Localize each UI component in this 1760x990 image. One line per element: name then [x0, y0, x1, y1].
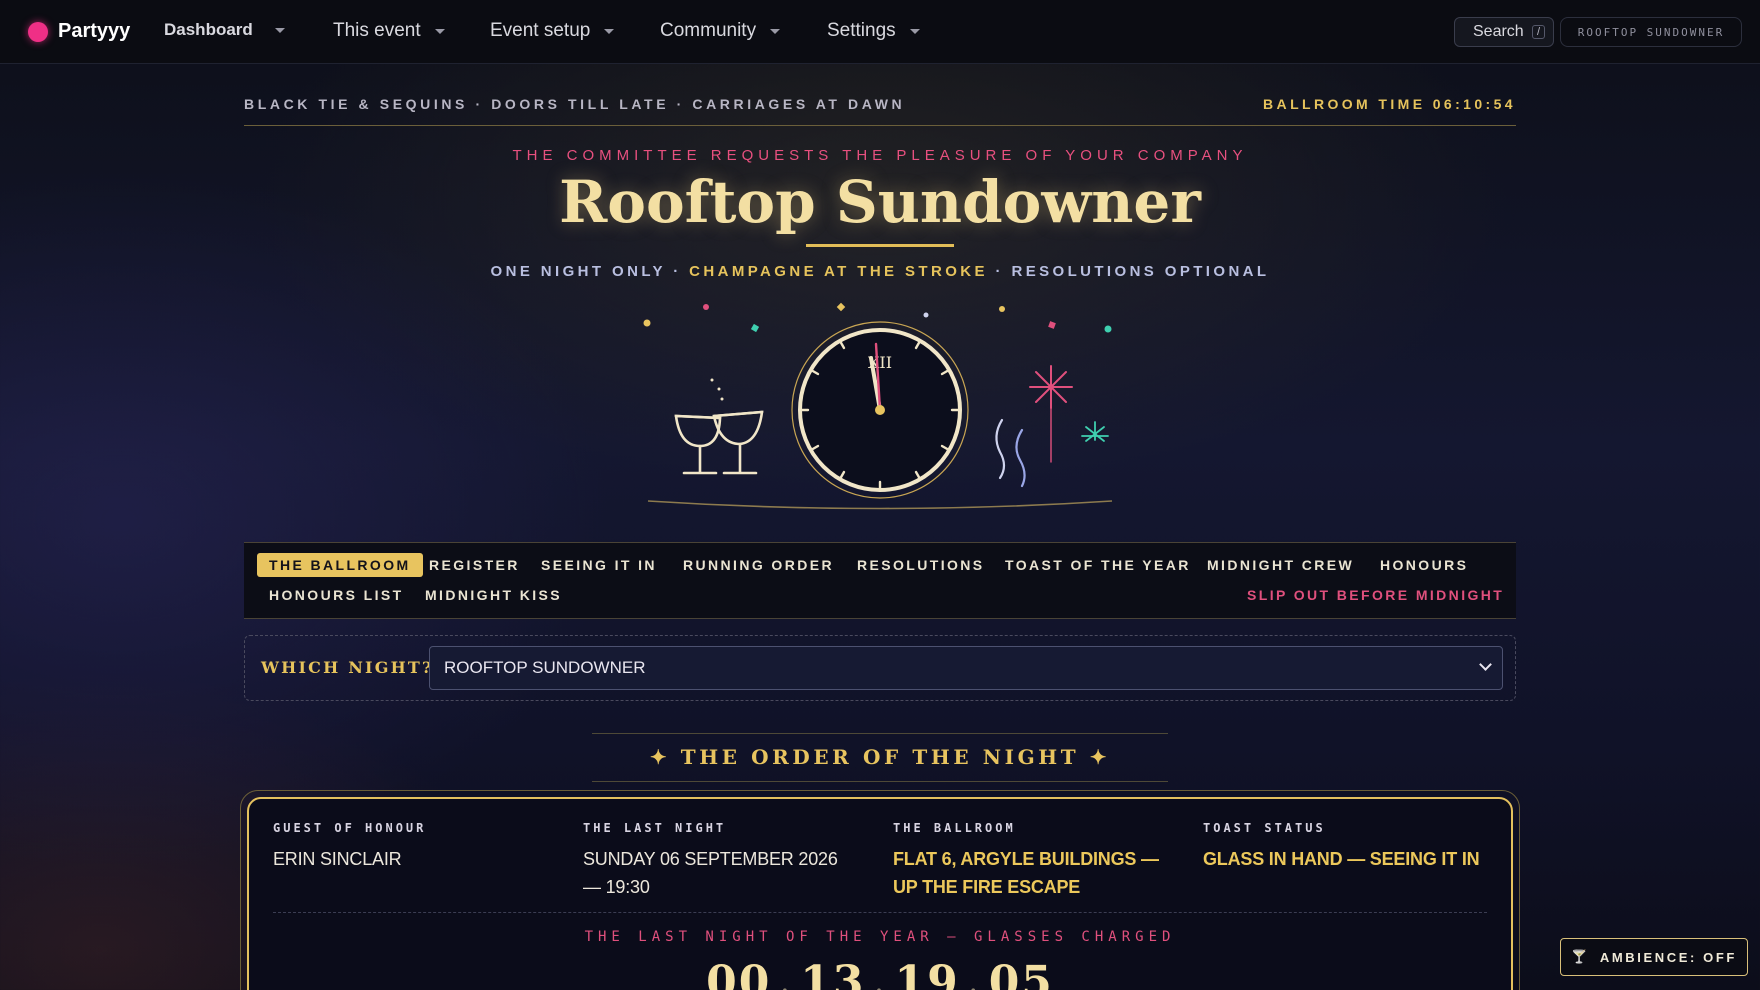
night-select[interactable]: ROOFTOP SUNDOWNER [429, 646, 1503, 690]
tagline-part: · RESOLUTIONS OPTIONAL [987, 263, 1270, 280]
fact-label: THE LAST NIGHT [583, 821, 727, 835]
chevron-down-icon [770, 28, 781, 34]
champagne-glass-icon: 🍸 [1571, 949, 1590, 964]
order-rule-bottom [592, 781, 1168, 782]
fact-ballroom: THE BALLROOM FLAT 6, ARGYLE BUILDINGS — … [893, 821, 1163, 901]
ambience-toggle[interactable]: 🍸 AMBIENCE: OFF [1560, 938, 1748, 976]
night-select-value: ROOFTOP SUNDOWNER [444, 658, 646, 677]
tab-midnight-crew[interactable]: MIDNIGHT CREW [1207, 557, 1354, 573]
fact-label: THE BALLROOM [893, 821, 1016, 835]
nav-label: Community [660, 20, 757, 41]
countdown-label: THE LAST NIGHT OF THE YEAR — GLASSES CHA… [584, 929, 1176, 945]
fact-value: SUNDAY 06 SEPTEMBER 2026 — 19:30 [583, 849, 838, 897]
top-navbar: Partyyy Dashboard This event Event setup… [0, 0, 1760, 64]
search-label: Search [1473, 23, 1524, 40]
nav-community[interactable]: Community [660, 20, 781, 42]
fact-value: FLAT 6, ARGYLE BUILDINGS — UP THE FIRE E… [893, 849, 1159, 897]
brand-logo-icon [28, 21, 48, 42]
tagline-part: ONE NIGHT ONLY · [490, 263, 690, 280]
countdown-minutes: 19 [894, 957, 960, 990]
chevron-down-icon [1479, 658, 1492, 671]
brand[interactable]: Partyyy [28, 20, 148, 43]
dress-code-text: BLACK TIE & SEQUINS · DOORS TILL LATE · … [244, 96, 906, 112]
search-button[interactable]: Search / [1454, 17, 1554, 47]
midnight-illustration: XII [643, 302, 1113, 510]
clock-icon: XII [791, 321, 969, 499]
tab-seeing-it-in[interactable]: SEEING IT IN [541, 557, 657, 573]
countdown-hours: 13 [800, 957, 866, 990]
tab-midnight-kiss[interactable]: MIDNIGHT KISS [425, 587, 562, 603]
tab-running-order[interactable]: RUNNING ORDER [683, 557, 834, 573]
tab-honours-list[interactable]: HONOURS LIST [269, 587, 404, 603]
current-event-chip[interactable]: ROOFTOP SUNDOWNER [1560, 17, 1742, 47]
chevron-down-icon [434, 28, 445, 34]
fact-value: GLASS IN HAND — SEEING IT IN [1203, 849, 1480, 869]
tab-resolutions[interactable]: RESOLUTIONS [857, 557, 985, 573]
nav-settings[interactable]: Settings [827, 20, 920, 42]
nav-label: This event [333, 20, 421, 41]
ambience-label: AMBIENCE: OFF [1599, 949, 1737, 965]
nav-label: Event setup [490, 20, 591, 41]
fact-toast-status: TOAST STATUS GLASS IN HAND — SEEING IT I… [1203, 821, 1503, 873]
order-rule-top [592, 733, 1168, 734]
tab-the-ballroom[interactable]: THE BALLROOM [257, 553, 423, 577]
fact-guest-of-honour: GUEST OF HONOUR ERIN SINCLAIR [273, 821, 543, 873]
countdown-days: 00 [706, 957, 772, 990]
fact-value: ERIN SINCLAIR [273, 849, 402, 869]
order-heading: ✦ THE ORDER OF THE NIGHT ✦ [649, 745, 1111, 769]
chevron-down-icon [909, 28, 920, 34]
order-card: GUEST OF HONOUR ERIN SINCLAIR THE LAST N… [247, 797, 1513, 990]
firework-icon [1029, 365, 1073, 409]
floor-line [647, 500, 1113, 510]
page-title: Rooftop Sundowner [559, 168, 1201, 236]
slip-out-link[interactable]: SLIP OUT BEFORE MIDNIGHT [1247, 587, 1504, 603]
card-divider [273, 912, 1487, 913]
chevron-down-icon [604, 28, 615, 34]
countdown: 00 · 13 · 19 · 05 [249, 957, 1511, 990]
tab-toast-of-the-year[interactable]: TOAST OF THE YEAR [1005, 557, 1191, 573]
nav-dashboard[interactable]: Dashboard [164, 20, 285, 40]
streamers-icon [995, 395, 1052, 488]
brand-name: Partyyy [58, 20, 131, 42]
nav-event-setup[interactable]: Event setup [490, 20, 615, 42]
tagline-accent: CHAMPAGNE AT THE STROKE [689, 263, 988, 280]
fact-last-night: THE LAST NIGHT SUNDAY 06 SEPTEMBER 2026 … [583, 821, 853, 901]
nav-label: Settings [827, 20, 896, 41]
committee-invitation: THE COMMITTEE REQUESTS THE PLEASURE OF Y… [512, 147, 1248, 164]
tab-register[interactable]: REGISTER [429, 557, 520, 573]
chevron-down-icon [274, 27, 285, 33]
nav-this-event[interactable]: This event [333, 20, 445, 42]
title-underline [806, 244, 954, 247]
section-tabs: THE BALLROOM REGISTER SEEING IT IN RUNNI… [244, 542, 1516, 619]
ballroom-time: BALLROOM TIME 06:10:54 [1263, 96, 1516, 112]
fact-label: TOAST STATUS [1203, 821, 1326, 835]
bubbles-icon [710, 378, 724, 401]
night-picker: WHICH NIGHT? ROOFTOP SUNDOWNER [244, 635, 1516, 701]
tab-honours[interactable]: HONOURS [1380, 557, 1468, 573]
countdown-seconds: 05 [988, 957, 1054, 990]
search-shortcut-key: / [1531, 25, 1545, 39]
dress-code-banner: BLACK TIE & SEQUINS · DOORS TILL LATE · … [244, 96, 1516, 126]
nav-label: Dashboard [164, 20, 253, 39]
night-picker-label: WHICH NIGHT? [261, 658, 434, 677]
tagline: ONE NIGHT ONLY · CHAMPAGNE AT THE STROKE… [0, 263, 1760, 280]
sparkle-icon [1081, 421, 1109, 442]
champagne-glasses-icon [674, 410, 764, 475]
fact-label: GUEST OF HONOUR [273, 821, 427, 835]
